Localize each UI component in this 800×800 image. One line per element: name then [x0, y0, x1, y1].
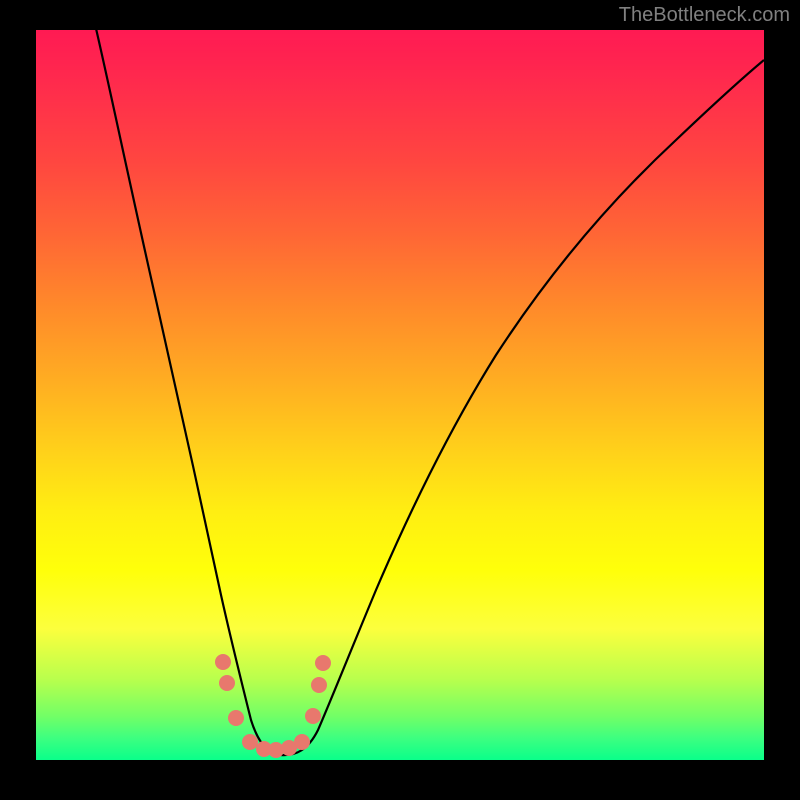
data-dot	[219, 675, 235, 691]
dots-group	[215, 654, 331, 758]
data-dot	[315, 655, 331, 671]
data-dot	[305, 708, 321, 724]
data-dot	[242, 734, 258, 750]
plot-area	[36, 30, 764, 760]
data-dot	[294, 734, 310, 750]
data-dot	[228, 710, 244, 726]
watermark-text: TheBottleneck.com	[619, 4, 790, 27]
curve-svg	[36, 30, 764, 760]
data-dot	[311, 677, 327, 693]
data-dot	[215, 654, 231, 670]
bottleneck-curve	[94, 30, 764, 755]
chart-container: TheBottleneck.com	[0, 0, 800, 800]
